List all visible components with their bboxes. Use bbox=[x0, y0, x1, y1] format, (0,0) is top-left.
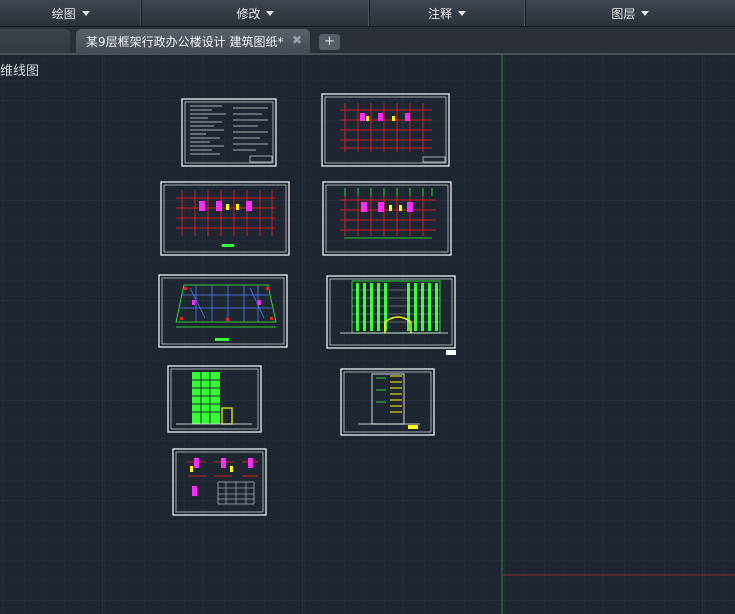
panel-label: 修改 bbox=[236, 6, 261, 21]
viewport-label[interactable]: 维线图 bbox=[0, 60, 39, 79]
ribbon-panel-layers[interactable]: 图层 bbox=[526, 0, 735, 26]
grid bbox=[0, 55, 735, 614]
chevron-down-icon bbox=[81, 10, 90, 16]
tab-title: 某9层框架行政办公楼设计 建筑图纸* bbox=[86, 34, 284, 49]
panel-label: 绘图 bbox=[51, 6, 76, 21]
chevron-down-icon bbox=[458, 10, 467, 16]
ribbon-bar: 绘图 修改 注释 图层 bbox=[0, 0, 735, 27]
chevron-down-icon bbox=[266, 10, 275, 16]
plus-icon: + bbox=[324, 34, 335, 49]
ribbon-panel-draw[interactable]: 绘图 bbox=[0, 0, 143, 26]
file-tab-bar: 某9层框架行政办公楼设计 建筑图纸* ✖ + bbox=[0, 27, 735, 55]
panel-label: 注释 bbox=[428, 6, 453, 21]
tab-start[interactable] bbox=[0, 29, 70, 53]
panel-label: 图层 bbox=[611, 6, 636, 21]
tab-active-drawing[interactable]: 某9层框架行政办公楼设计 建筑图纸* ✖ bbox=[76, 29, 310, 53]
ribbon-panel-annotate[interactable]: 注释 bbox=[370, 0, 526, 26]
ribbon-panel-modify[interactable]: 修改 bbox=[142, 0, 370, 26]
drawing-canvas[interactable] bbox=[0, 55, 735, 614]
new-tab-button[interactable]: + bbox=[319, 34, 340, 50]
close-icon[interactable]: ✖ bbox=[292, 33, 302, 47]
chevron-down-icon bbox=[641, 10, 650, 16]
